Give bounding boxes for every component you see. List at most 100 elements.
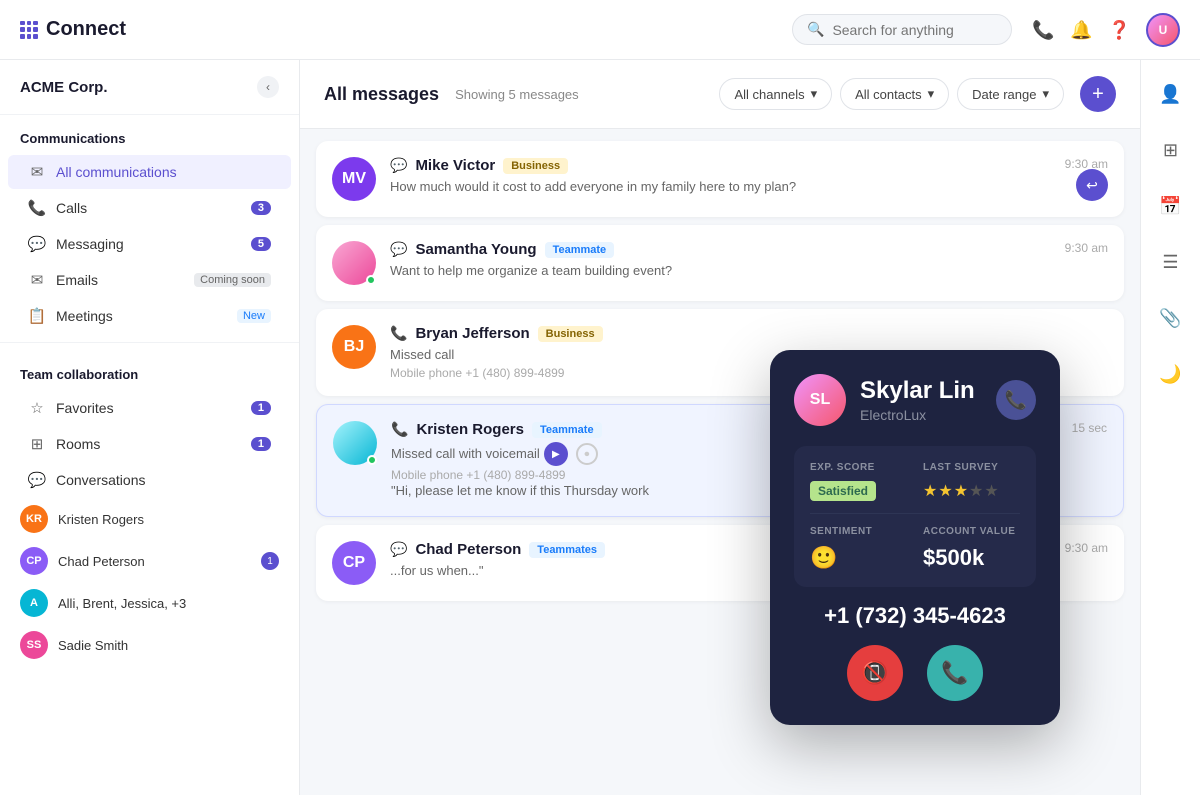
calls-icon: 📞 [28, 199, 46, 217]
record-button[interactable]: ⏺ [576, 443, 598, 465]
kristen-avatar-wrapper [333, 421, 377, 465]
conversations-icon: 💬 [28, 471, 46, 489]
collapse-button[interactable]: ‹ [257, 76, 279, 98]
messaging-badge: 5 [251, 237, 271, 251]
call-avatar: SL [794, 374, 846, 426]
chevron-down-icon: ▾ [928, 86, 935, 102]
filter-buttons: All channels ▾ All contacts ▾ Date range… [719, 78, 1064, 110]
multi-avatar: A [20, 589, 48, 617]
call-contact-info: SL Skylar Lin ElectroLux 📞 [794, 374, 1036, 426]
favorites-label: Favorites [56, 400, 241, 416]
filter-date-range[interactable]: Date range ▾ [957, 78, 1064, 110]
play-button[interactable]: ▶ [544, 442, 568, 466]
samantha-text: Want to help me organize a team building… [390, 262, 1108, 280]
meetings-icon: 📋 [28, 307, 46, 325]
multi-name: Alli, Brent, Jessica, +3 [58, 596, 279, 611]
chad-avatar: CP [20, 547, 48, 575]
messaging-icon: 💬 [28, 235, 46, 253]
meetings-badge: New [237, 309, 271, 323]
conversation-multi[interactable]: A Alli, Brent, Jessica, +3 [0, 582, 299, 624]
exp-score-label: EXP. SCORE [810, 462, 907, 473]
right-icon-clip[interactable]: 📎 [1153, 300, 1189, 336]
right-icon-grid[interactable]: ⊞ [1153, 132, 1189, 168]
app-logo: Connect [20, 18, 792, 41]
search-icon: 🔍 [807, 21, 824, 38]
emails-label: Emails [56, 272, 184, 288]
message-card-mike[interactable]: MV 💬 Mike Victor Business How much would… [316, 141, 1124, 217]
right-icon-moon[interactable]: 🌙 [1153, 356, 1189, 392]
help-icon[interactable]: ❓ [1108, 20, 1128, 40]
favorites-badge: 1 [251, 401, 271, 415]
call-type-icon: 📞 [390, 325, 407, 342]
conversation-sadie[interactable]: SS Sadie Smith [0, 624, 299, 666]
bryan-tag: Business [538, 326, 603, 342]
right-icon-list[interactable]: ☰ [1153, 244, 1189, 280]
kristen-online-indicator [367, 455, 377, 465]
mike-text: How much would it cost to add everyone i… [390, 178, 1108, 196]
search-bar[interactable]: 🔍 [792, 14, 1012, 45]
communications-section-title: Communications [0, 115, 299, 154]
showing-count: Showing 5 messages [455, 87, 579, 102]
favorites-icon: ☆ [28, 399, 46, 417]
stats-divider [810, 513, 1020, 514]
decline-button[interactable]: 📵 [847, 645, 903, 701]
sidebar-item-favorites[interactable]: ☆ Favorites 1 [8, 391, 291, 425]
sidebar-item-rooms[interactable]: ⊞ Rooms 1 [8, 427, 291, 461]
header-icons: 📞 🔔 ❓ U [1032, 13, 1180, 47]
account-value-col: ACCOUNT VALUE $500k [923, 526, 1020, 571]
sidebar-item-all-communications[interactable]: ✉ All communications [8, 155, 291, 189]
chad-time: 9:30 am [1065, 541, 1108, 555]
mike-tag: Business [503, 158, 568, 174]
samantha-name: Samantha Young [415, 241, 536, 258]
app-header: Connect 🔍 📞 🔔 ❓ U [0, 0, 1200, 60]
exp-score-value: Satisfied [810, 481, 876, 501]
filter-all-contacts[interactable]: All contacts ▾ [840, 78, 949, 110]
rooms-label: Rooms [56, 436, 241, 452]
company-header: ACME Corp. ‹ [0, 60, 299, 115]
survey-stars: ★★★★★ [923, 483, 1000, 500]
online-indicator [366, 275, 376, 285]
company-name: ACME Corp. [20, 79, 108, 96]
message-type-icon: 💬 [390, 241, 407, 258]
mike-avatar: MV [332, 157, 376, 201]
accept-button[interactable]: 📞 [927, 645, 983, 701]
call-contact-name: Skylar Lin [860, 377, 975, 405]
kristen-avatar: KR [20, 505, 48, 533]
sidebar-item-messaging[interactable]: 💬 Messaging 5 [8, 227, 291, 261]
call-contact-details: Skylar Lin ElectroLux [860, 377, 975, 423]
team-section-title: Team collaboration [0, 351, 299, 390]
phone-icon[interactable]: 📞 [1032, 20, 1052, 40]
right-icon-person[interactable]: 👤 [1153, 76, 1189, 112]
call-action-buttons: 📵 📞 [794, 645, 1036, 701]
message-type-icon: 💬 [390, 541, 407, 558]
samantha-avatar-wrapper [332, 241, 376, 285]
conversation-kristen[interactable]: KR Kristen Rogers [0, 498, 299, 540]
mike-reply-button[interactable]: ↩ [1076, 169, 1108, 201]
sidebar-item-calls[interactable]: 📞 Calls 3 [8, 191, 291, 225]
rooms-badge: 1 [251, 437, 271, 451]
last-survey-col: LAST SURVEY ★★★★★ [923, 462, 1020, 501]
sidebar-item-conversations[interactable]: 💬 Conversations [8, 463, 291, 497]
filter-all-channels[interactable]: All channels ▾ [719, 78, 832, 110]
bell-icon[interactable]: 🔔 [1070, 20, 1090, 40]
kristen-tag: Teammate [532, 422, 602, 438]
sidebar-item-meetings[interactable]: 📋 Meetings New [8, 299, 291, 333]
right-icon-calendar[interactable]: 📅 [1153, 188, 1189, 224]
user-avatar[interactable]: U [1146, 13, 1180, 47]
right-panel: 👤 ⊞ 📅 ☰ 📎 🌙 [1140, 60, 1200, 795]
stats-bottom-row: SENTIMENT 🙂 ACCOUNT VALUE $500k [810, 526, 1020, 571]
calls-badge: 3 [251, 201, 271, 215]
account-value-label: ACCOUNT VALUE [923, 526, 1020, 537]
message-card-samantha[interactable]: 💬 Samantha Young Teammate Want to help m… [316, 225, 1124, 301]
call-card: SL Skylar Lin ElectroLux 📞 EXP. SCORE Sa… [770, 350, 1060, 725]
search-input[interactable] [832, 22, 992, 38]
sidebar-item-emails[interactable]: ✉ Emails Coming soon [8, 263, 291, 297]
call-phone-icon[interactable]: 📞 [996, 380, 1036, 420]
add-message-button[interactable]: + [1080, 76, 1116, 112]
chad-badge: 1 [261, 552, 279, 570]
bryan-avatar: BJ [332, 325, 376, 369]
conversation-chad[interactable]: CP Chad Peterson 1 [0, 540, 299, 582]
chad-msg-name: Chad Peterson [415, 541, 521, 558]
stats-top-row: EXP. SCORE Satisfied LAST SURVEY ★★★★★ [810, 462, 1020, 501]
kristen-time: 15 sec [1072, 421, 1107, 435]
